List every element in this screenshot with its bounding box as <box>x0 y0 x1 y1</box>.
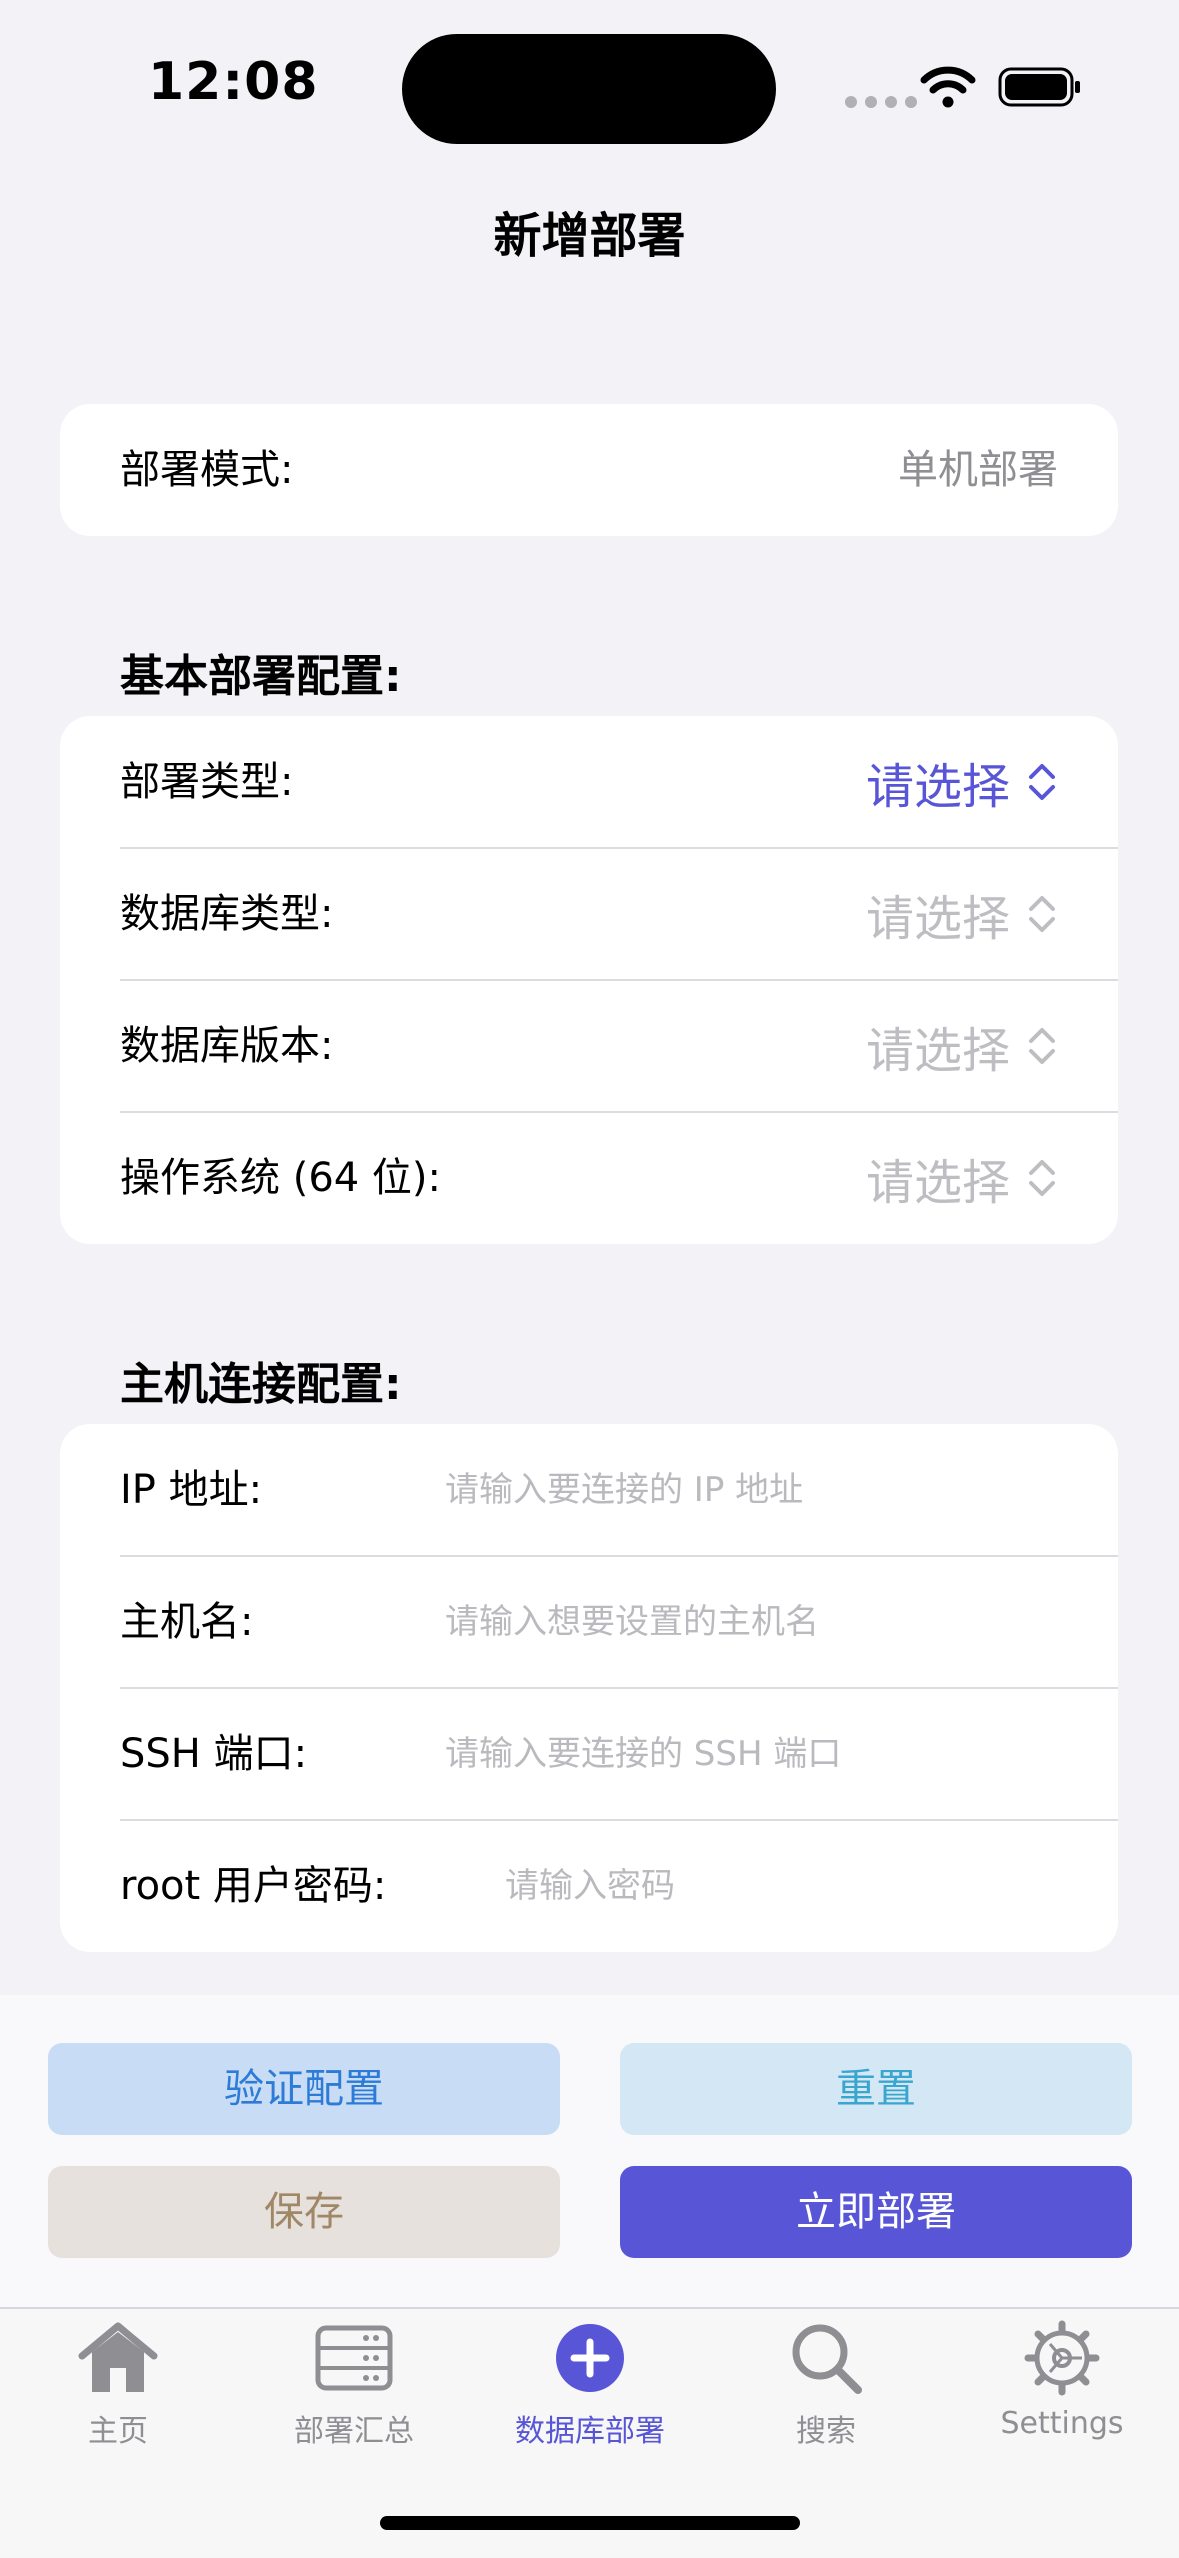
magnifier-icon <box>792 2324 862 2394</box>
tab-settings[interactable]: Settings <box>944 2320 1179 2441</box>
ip-input[interactable]: 请输入要连接的 IP 地址 <box>445 1424 803 1556</box>
deploy-type-picker-text: 请选择 <box>865 759 1010 815</box>
tab-settings-label: Settings <box>1000 2406 1124 2441</box>
basic-config-header: 基本部署配置: <box>120 651 402 702</box>
server-icon <box>315 2325 393 2391</box>
db-version-picker-text: 请选择 <box>865 1023 1010 1079</box>
chevron-up-down-icon <box>1029 1160 1055 1196</box>
root-password-row: root 用户密码: 请输入密码 <box>60 1820 1118 1952</box>
tab-deploy-summary[interactable]: 部署汇总 <box>236 2320 472 2450</box>
status-time: 12:08 <box>148 52 319 112</box>
ssh-port-input[interactable]: 请输入要连接的 SSH 端口 <box>445 1688 841 1820</box>
deploy-now-button[interactable]: 立即部署 <box>620 2166 1132 2258</box>
hostname-label: 主机名: <box>120 1599 254 1645</box>
deploy-mode-card: 部署模式: 单机部署 <box>60 404 1118 536</box>
os-label: 操作系统 (64 位): <box>120 1155 442 1201</box>
db-version-label: 数据库版本: <box>120 1023 334 1069</box>
verify-config-button[interactable]: 验证配置 <box>48 2043 560 2135</box>
host-config-header: 主机连接配置: <box>120 1359 402 1410</box>
page-title: 新增部署 <box>493 208 686 264</box>
hostname-input[interactable]: 请输入想要设置的主机名 <box>445 1556 819 1688</box>
deploy-mode-row[interactable]: 部署模式: 单机部署 <box>60 404 1118 536</box>
deploy-mode-label: 部署模式: <box>120 447 294 493</box>
wifi-icon <box>920 66 976 108</box>
save-button[interactable]: 保存 <box>48 2166 560 2258</box>
battery-icon <box>998 67 1080 107</box>
ssh-port-row: SSH 端口: 请输入要连接的 SSH 端口 <box>60 1688 1118 1820</box>
reset-button[interactable]: 重置 <box>620 2043 1132 2135</box>
tab-db-deploy[interactable]: 数据库部署 <box>472 2320 708 2450</box>
tab-home[interactable]: 主页 <box>0 2320 236 2450</box>
os-row: 操作系统 (64 位): 请选择 <box>60 1112 1118 1244</box>
ssh-port-label: SSH 端口: <box>120 1731 308 1777</box>
db-type-label: 数据库类型: <box>120 891 334 937</box>
root-password-input[interactable]: 请输入密码 <box>505 1820 675 1952</box>
tab-home-label: 主页 <box>88 2414 148 2449</box>
deploy-type-row: 部署类型: 请选择 <box>60 716 1118 848</box>
hostname-row: 主机名: 请输入想要设置的主机名 <box>60 1556 1118 1688</box>
db-type-row: 数据库类型: 请选择 <box>60 848 1118 980</box>
ip-label: IP 地址: <box>120 1467 263 1513</box>
os-picker[interactable]: 请选择 <box>866 1112 1058 1244</box>
deploy-type-picker[interactable]: 请选择 <box>866 716 1058 848</box>
tab-search-label: 搜索 <box>796 2414 856 2449</box>
db-version-row: 数据库版本: 请选择 <box>60 980 1118 1112</box>
db-version-picker[interactable]: 请选择 <box>866 980 1058 1112</box>
gear-icon <box>1024 2320 1100 2396</box>
tab-deploy-summary-label: 部署汇总 <box>294 2414 414 2449</box>
action-panel <box>0 1995 1179 2307</box>
chevron-up-down-icon <box>1029 1028 1055 1064</box>
os-picker-text: 请选择 <box>865 1155 1010 1211</box>
plus-circle-icon <box>556 2324 624 2392</box>
basic-config-card: 部署类型: 请选择 数据库类型: 请选择 数据库版本: 请选择 操作系统 (64… <box>60 716 1118 1244</box>
chevron-up-down-icon <box>1029 896 1055 932</box>
ip-row: IP 地址: 请输入要连接的 IP 地址 <box>60 1424 1118 1556</box>
cellular-signal-icon <box>845 96 917 108</box>
dynamic-island <box>402 34 776 144</box>
house-icon <box>78 2322 158 2392</box>
tab-db-deploy-label: 数据库部署 <box>515 2414 665 2449</box>
chevron-up-down-icon <box>1029 764 1055 800</box>
root-password-label: root 用户密码: <box>120 1863 387 1909</box>
db-type-picker-text: 请选择 <box>865 891 1010 947</box>
db-type-picker[interactable]: 请选择 <box>866 848 1058 980</box>
host-config-card: IP 地址: 请输入要连接的 IP 地址 主机名: 请输入想要设置的主机名 SS… <box>60 1424 1118 1952</box>
deploy-type-label: 部署类型: <box>120 759 294 805</box>
tab-search[interactable]: 搜索 <box>708 2320 944 2450</box>
deploy-mode-value: 单机部署 <box>898 447 1058 493</box>
home-indicator <box>380 2516 800 2530</box>
